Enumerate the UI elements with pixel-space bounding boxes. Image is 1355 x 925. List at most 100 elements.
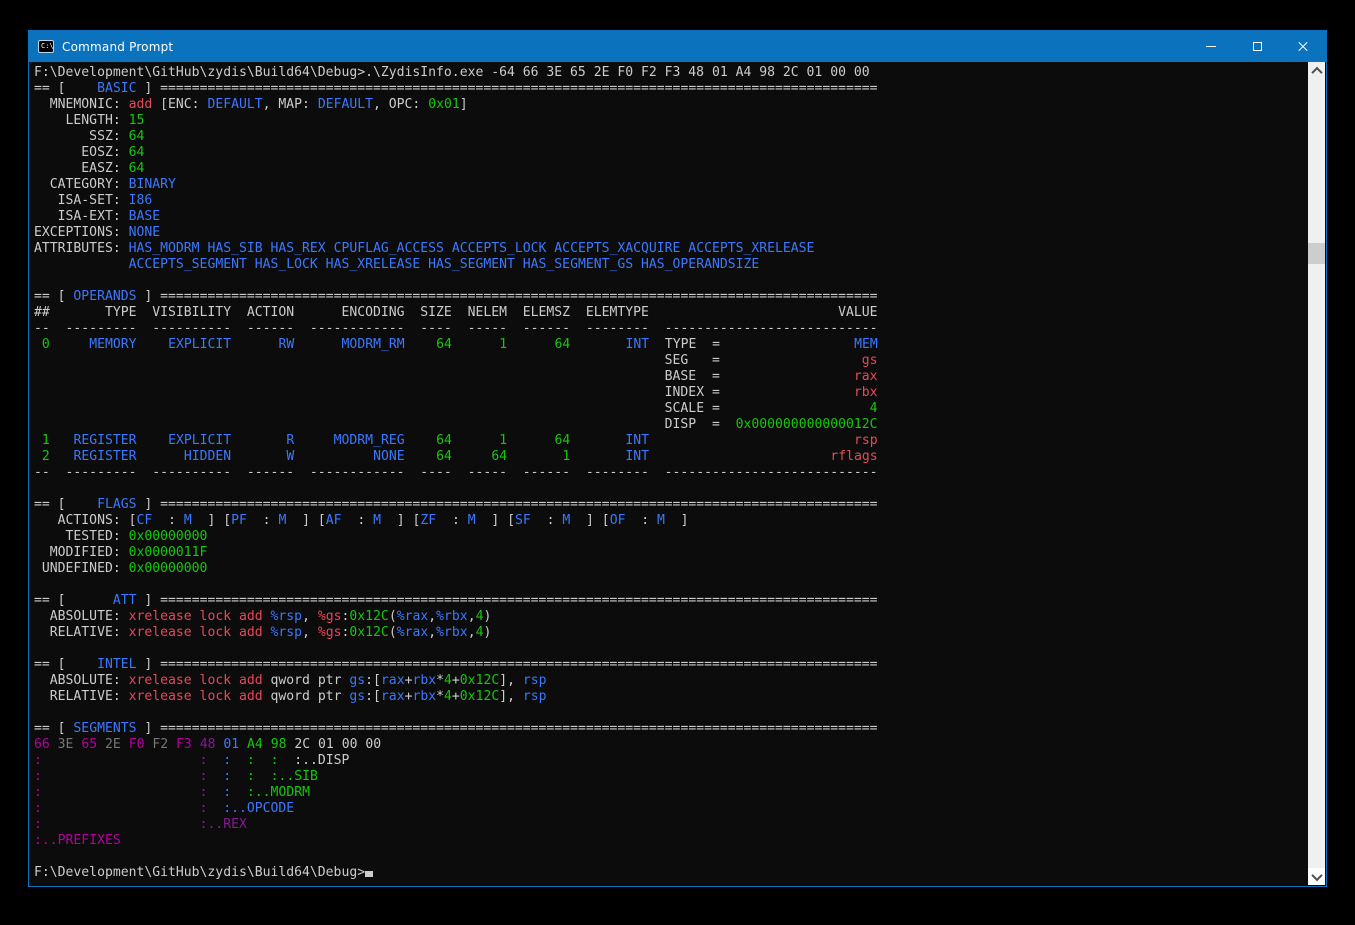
- text-run: [507, 337, 554, 352]
- text-run: [255, 753, 271, 768]
- text-run: 4: [444, 673, 452, 688]
- text-run: [507, 433, 554, 448]
- text-run: ]: [137, 289, 161, 304]
- text-run: 0x000000000000012C: [736, 417, 878, 432]
- text-run: OPERANDS: [73, 289, 136, 304]
- console-output[interactable]: F:\Development\GitHub\zydis\Build64\Debu…: [30, 62, 1308, 885]
- text-run: [649, 449, 830, 464]
- text-run: INTEL: [97, 657, 136, 672]
- text-run: [207, 753, 223, 768]
- text-run: ]: [137, 497, 161, 512]
- console-line: : : : :..MODRM: [34, 785, 1308, 801]
- text-run: %rax: [397, 625, 429, 640]
- console-line: 2 REGISTER HIDDEN W NONE 64 64 1 INT rfl…: [34, 449, 1308, 465]
- text-run: %gs: [318, 625, 342, 640]
- text-run: [42, 785, 200, 800]
- text-run: [294, 337, 341, 352]
- text-run: [50, 449, 74, 464]
- scroll-up-button[interactable]: [1308, 62, 1325, 79]
- text-run: *: [436, 673, 444, 688]
- text-run: M: [373, 513, 381, 528]
- text-run: EASZ:: [34, 161, 129, 176]
- text-run: DISP =: [665, 417, 720, 432]
- text-run: ========================================…: [160, 497, 877, 512]
- text-run: [192, 737, 200, 752]
- text-run: F3: [176, 737, 192, 752]
- text-run: I86: [129, 193, 153, 208]
- text-run: :: [34, 769, 42, 784]
- text-run: ,: [428, 609, 436, 624]
- text-run: [42, 817, 200, 832]
- console-line: DISP = 0x000000000000012C: [34, 417, 1308, 433]
- console-line: == [ SEGMENTS ] ========================…: [34, 721, 1308, 737]
- text-run: :..PREFIXES: [34, 833, 121, 848]
- console-line: [34, 273, 1308, 289]
- prompt-cursor: [365, 871, 373, 877]
- text-run: [263, 737, 271, 752]
- text-run: 1: [42, 433, 50, 448]
- text-run: F0: [129, 737, 145, 752]
- console-line: INDEX = rbx: [34, 385, 1308, 401]
- text-run: [507, 449, 562, 464]
- text-run: ): [483, 625, 491, 640]
- text-run: ]: [665, 513, 689, 528]
- text-run: 0x12C: [349, 625, 388, 640]
- text-run: == [: [34, 657, 97, 672]
- console-line: BASE = rax: [34, 369, 1308, 385]
- text-run: :: [247, 769, 255, 784]
- title-bar[interactable]: C:\ Command Prompt: [29, 31, 1326, 62]
- text-run: [34, 257, 129, 272]
- text-run: DEFAULT: [207, 97, 262, 112]
- text-run: UNDEFINED:: [34, 561, 129, 576]
- text-run: [137, 449, 184, 464]
- text-run: NONE: [373, 449, 405, 464]
- text-run: 2E: [105, 737, 121, 752]
- text-run: ## TYPE VISIBILITY ACTION ENCODING SIZE …: [34, 305, 649, 320]
- text-run: == [: [34, 81, 97, 96]
- console-line: CATEGORY: BINARY: [34, 177, 1308, 193]
- text-run: ,: [468, 625, 476, 640]
- text-run: M: [468, 513, 476, 528]
- text-run: [231, 337, 278, 352]
- text-run: [231, 785, 247, 800]
- text-run: 65: [81, 737, 97, 752]
- text-run: rbx: [854, 385, 878, 400]
- console-line: [34, 849, 1308, 865]
- text-run: 66: [34, 737, 50, 752]
- text-run: RELATIVE:: [34, 625, 129, 640]
- text-run: [278, 753, 294, 768]
- console-line: == [ OPERANDS ] ========================…: [34, 289, 1308, 305]
- scrollbar[interactable]: [1308, 62, 1325, 885]
- text-run: ,: [302, 609, 318, 624]
- text-run: EXPLICIT: [168, 433, 231, 448]
- console-line: RELATIVE: xrelease lock add %rsp, %gs:0x…: [34, 625, 1308, 641]
- text-run: [649, 433, 854, 448]
- console-line: == [ BASIC ] ===========================…: [34, 81, 1308, 97]
- text-run: OF: [610, 513, 626, 528]
- text-run: ]: [137, 657, 161, 672]
- text-run: ): [483, 609, 491, 624]
- text-run: [720, 369, 854, 384]
- text-run: ] [: [381, 513, 420, 528]
- text-run: :[: [365, 689, 381, 704]
- minimize-icon: [1206, 46, 1216, 47]
- text-run: M: [657, 513, 665, 528]
- text-run: ========================================…: [160, 721, 877, 736]
- text-run: 0x00000000: [129, 529, 208, 544]
- text-run: [239, 737, 247, 752]
- text-run: [231, 449, 286, 464]
- text-run: 4: [870, 401, 878, 416]
- scroll-down-button[interactable]: [1308, 868, 1325, 885]
- console-line: -- --------- ---------- ------ ---------…: [34, 465, 1308, 481]
- console-line: ABSOLUTE: xrelease lock add qword ptr gs…: [34, 673, 1308, 689]
- close-button[interactable]: [1280, 31, 1326, 62]
- console-line: SEG = gs: [34, 353, 1308, 369]
- scrollbar-thumb[interactable]: [1308, 243, 1325, 264]
- minimize-button[interactable]: [1188, 31, 1234, 62]
- text-run: [34, 449, 42, 464]
- maximize-button[interactable]: [1234, 31, 1280, 62]
- text-run: [34, 385, 665, 400]
- text-run: +: [452, 689, 460, 704]
- console-line: ACCEPTS_SEGMENT HAS_LOCK HAS_XRELEASE HA…: [34, 257, 1308, 273]
- text-run: 15: [129, 113, 145, 128]
